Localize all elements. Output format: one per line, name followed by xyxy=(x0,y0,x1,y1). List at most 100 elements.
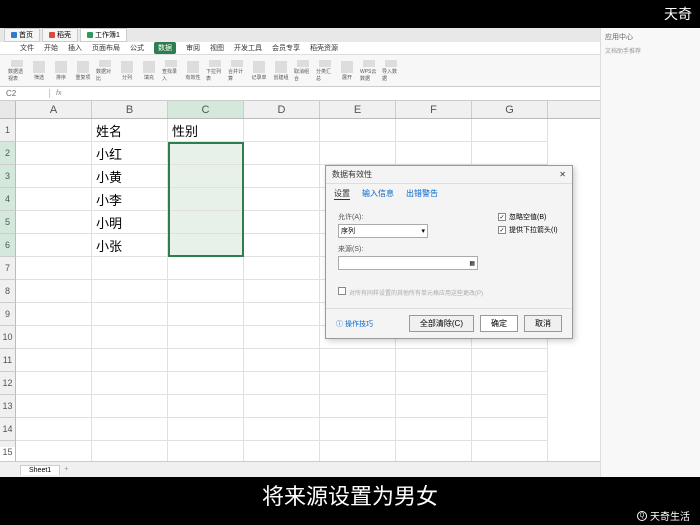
cell-F12[interactable] xyxy=(396,372,472,395)
cell-B2[interactable]: 小红 xyxy=(92,142,168,165)
cell-B6[interactable]: 小张 xyxy=(92,234,168,257)
row-header-12[interactable]: 12 xyxy=(0,372,16,395)
menu-insert[interactable]: 插入 xyxy=(68,43,82,53)
cell-F1[interactable] xyxy=(396,119,472,142)
ribbon-有效性[interactable]: 有效性 xyxy=(184,60,202,82)
cell-D14[interactable] xyxy=(244,418,320,441)
cell-C11[interactable] xyxy=(168,349,244,372)
cell-D12[interactable] xyxy=(244,372,320,395)
cell-C7[interactable] xyxy=(168,257,244,280)
cell-D9[interactable] xyxy=(244,303,320,326)
cell-B11[interactable] xyxy=(92,349,168,372)
ribbon-填充[interactable]: 填充 xyxy=(140,60,158,82)
select-all-corner[interactable] xyxy=(0,101,16,119)
ribbon-合并计算[interactable]: 合并计算 xyxy=(228,60,246,82)
cell-D2[interactable] xyxy=(244,142,320,165)
cell-C2[interactable] xyxy=(168,142,244,165)
cell-E14[interactable] xyxy=(320,418,396,441)
col-header-B[interactable]: B xyxy=(92,101,168,118)
menu-member[interactable]: 会员专享 xyxy=(272,43,300,53)
cell-C10[interactable] xyxy=(168,326,244,349)
cell-B1[interactable]: 姓名 xyxy=(92,119,168,142)
col-header-D[interactable]: D xyxy=(244,101,320,118)
row-header-6[interactable]: 6 xyxy=(0,234,16,257)
cell-E12[interactable] xyxy=(320,372,396,395)
cell-G1[interactable] xyxy=(472,119,548,142)
dialog-tab-settings[interactable]: 设置 xyxy=(334,188,350,200)
cell-F13[interactable] xyxy=(396,395,472,418)
cell-C8[interactable] xyxy=(168,280,244,303)
ignore-blank-checkbox[interactable]: ✓忽略空值(B) xyxy=(498,212,558,222)
cell-A3[interactable] xyxy=(16,165,92,188)
cell-C4[interactable] xyxy=(168,188,244,211)
ribbon-创建组[interactable]: 创建组 xyxy=(272,60,290,82)
cell-F14[interactable] xyxy=(396,418,472,441)
dialog-tab-error[interactable]: 出错警告 xyxy=(406,188,438,200)
cell-A9[interactable] xyxy=(16,303,92,326)
cell-D10[interactable] xyxy=(244,326,320,349)
col-header-C[interactable]: C xyxy=(168,101,244,118)
row-header-14[interactable]: 14 xyxy=(0,418,16,441)
cell-C12[interactable] xyxy=(168,372,244,395)
cell-C14[interactable] xyxy=(168,418,244,441)
cell-A5[interactable] xyxy=(16,211,92,234)
cell-D8[interactable] xyxy=(244,280,320,303)
cell-B7[interactable] xyxy=(92,257,168,280)
tab-daoqiao[interactable]: 稻壳 xyxy=(42,28,78,42)
source-input[interactable]: ▦ xyxy=(338,256,478,270)
row-header-8[interactable]: 8 xyxy=(0,280,16,303)
ribbon-数据对比[interactable]: 数据对比 xyxy=(96,60,114,82)
cell-B12[interactable] xyxy=(92,372,168,395)
row-header-10[interactable]: 10 xyxy=(0,326,16,349)
cancel-button[interactable]: 取消 xyxy=(524,315,562,332)
cell-G13[interactable] xyxy=(472,395,548,418)
row-header-2[interactable]: 2 xyxy=(0,142,16,165)
cell-E1[interactable] xyxy=(320,119,396,142)
cell-B14[interactable] xyxy=(92,418,168,441)
tips-link[interactable]: ⓘ 操作技巧 xyxy=(336,319,373,329)
cell-B13[interactable] xyxy=(92,395,168,418)
cell-A12[interactable] xyxy=(16,372,92,395)
ribbon-查找录入[interactable]: 查找录入 xyxy=(162,60,180,82)
clear-all-button[interactable]: 全部清除(C) xyxy=(409,315,474,332)
allow-dropdown[interactable]: 序列▾ xyxy=(338,224,428,238)
cell-B9[interactable] xyxy=(92,303,168,326)
cell-E2[interactable] xyxy=(320,142,396,165)
tab-workbook[interactable]: 工作簿1 xyxy=(80,28,127,42)
cell-D5[interactable] xyxy=(244,211,320,234)
ribbon-数据透视表[interactable]: 数据透视表 xyxy=(8,60,26,82)
cell-G11[interactable] xyxy=(472,349,548,372)
menu-file[interactable]: 文件 xyxy=(20,43,34,53)
cell-C13[interactable] xyxy=(168,395,244,418)
ribbon-筛选[interactable]: 筛选 xyxy=(30,60,48,82)
cell-C9[interactable] xyxy=(168,303,244,326)
ribbon-排序[interactable]: 排序 xyxy=(52,60,70,82)
cell-C6[interactable] xyxy=(168,234,244,257)
row-header-3[interactable]: 3 xyxy=(0,165,16,188)
cell-D7[interactable] xyxy=(244,257,320,280)
cell-C3[interactable] xyxy=(168,165,244,188)
cell-A13[interactable] xyxy=(16,395,92,418)
ribbon-WPS云数据[interactable]: WPS云数据 xyxy=(360,60,378,82)
cell-D4[interactable] xyxy=(244,188,320,211)
row-header-11[interactable]: 11 xyxy=(0,349,16,372)
col-header-F[interactable]: F xyxy=(396,101,472,118)
ribbon-分类汇总[interactable]: 分类汇总 xyxy=(316,60,334,82)
dropdown-arrow-checkbox[interactable]: ✓提供下拉箭头(I) xyxy=(498,225,558,235)
name-box[interactable]: C2 xyxy=(0,89,50,98)
ribbon-重复项[interactable]: 重复项 xyxy=(74,60,92,82)
menu-resource[interactable]: 稻壳资源 xyxy=(310,43,338,53)
menu-formula[interactable]: 公式 xyxy=(130,43,144,53)
close-icon[interactable]: ✕ xyxy=(559,170,566,179)
ribbon-导入数据[interactable]: 导入数据 xyxy=(382,60,400,82)
ok-button[interactable]: 确定 xyxy=(480,315,518,332)
cell-B5[interactable]: 小明 xyxy=(92,211,168,234)
row-header-7[interactable]: 7 xyxy=(0,257,16,280)
cell-D13[interactable] xyxy=(244,395,320,418)
ribbon-展开[interactable]: 展开 xyxy=(338,60,356,82)
row-header-9[interactable]: 9 xyxy=(0,303,16,326)
cell-A14[interactable] xyxy=(16,418,92,441)
apply-all-checkbox[interactable]: 对所有同样设置的其他所有单元格应用这些更改(P) xyxy=(338,284,560,297)
cell-B4[interactable]: 小李 xyxy=(92,188,168,211)
cell-G2[interactable] xyxy=(472,142,548,165)
